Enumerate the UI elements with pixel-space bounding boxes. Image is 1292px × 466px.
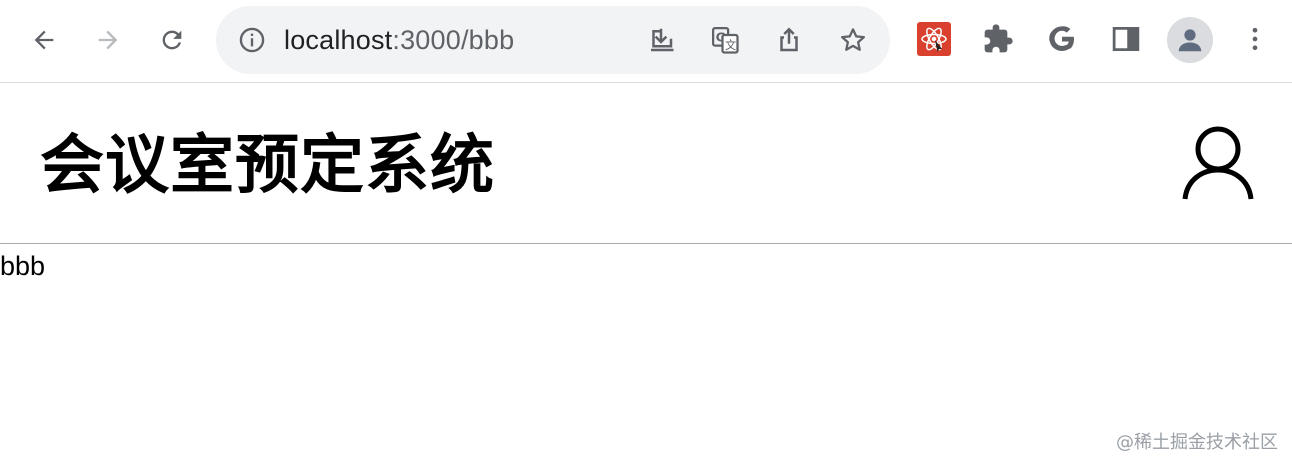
arrow-right-icon bbox=[98, 30, 118, 50]
address-bar[interactable]: localhost:3000/bbb G文 bbox=[216, 6, 890, 74]
url-host: localhost bbox=[284, 25, 393, 55]
watermark: @稀土掘金技术社区 bbox=[1116, 432, 1278, 453]
forward-button[interactable] bbox=[86, 18, 130, 62]
web-page: 会议室预定系统 bbb @稀土掘金技术社区 bbox=[0, 84, 1292, 466]
translate-icon[interactable]: G文 bbox=[710, 25, 740, 55]
url-path: :3000/bbb bbox=[392, 25, 515, 55]
svg-text:文: 文 bbox=[725, 38, 736, 52]
browser-toolbar: localhost:3000/bbb G文 bbox=[0, 0, 1292, 83]
reload-icon bbox=[162, 30, 182, 50]
person-icon bbox=[1178, 29, 1202, 52]
react-logo-icon bbox=[917, 22, 951, 56]
star-icon[interactable] bbox=[838, 25, 868, 55]
side-panel-icon[interactable] bbox=[1109, 22, 1143, 56]
google-icon[interactable] bbox=[1045, 22, 1079, 56]
profile-avatar-icon[interactable] bbox=[1167, 17, 1213, 63]
route-content: bbb bbox=[0, 251, 46, 281]
arrow-left-icon bbox=[34, 30, 54, 50]
page-title: 会议室预定系统 bbox=[40, 129, 495, 203]
kebab-menu-icon[interactable] bbox=[1238, 22, 1272, 56]
install-icon[interactable] bbox=[646, 25, 676, 55]
user-icon[interactable] bbox=[1180, 124, 1256, 204]
back-button[interactable] bbox=[22, 18, 66, 62]
reload-button[interactable] bbox=[150, 18, 194, 62]
share-icon[interactable] bbox=[774, 25, 804, 55]
more-vert-icon bbox=[1252, 27, 1258, 51]
app-header: 会议室预定系统 bbox=[0, 84, 1292, 244]
react-devtools-icon[interactable] bbox=[917, 22, 951, 56]
side-panel-toggle-icon bbox=[1112, 27, 1140, 51]
url-text[interactable]: localhost:3000/bbb bbox=[284, 23, 514, 57]
extensions-icon bbox=[984, 24, 1013, 53]
google-g-icon bbox=[1049, 26, 1074, 52]
info-icon[interactable] bbox=[238, 26, 266, 54]
puzzle-icon[interactable] bbox=[981, 22, 1015, 56]
